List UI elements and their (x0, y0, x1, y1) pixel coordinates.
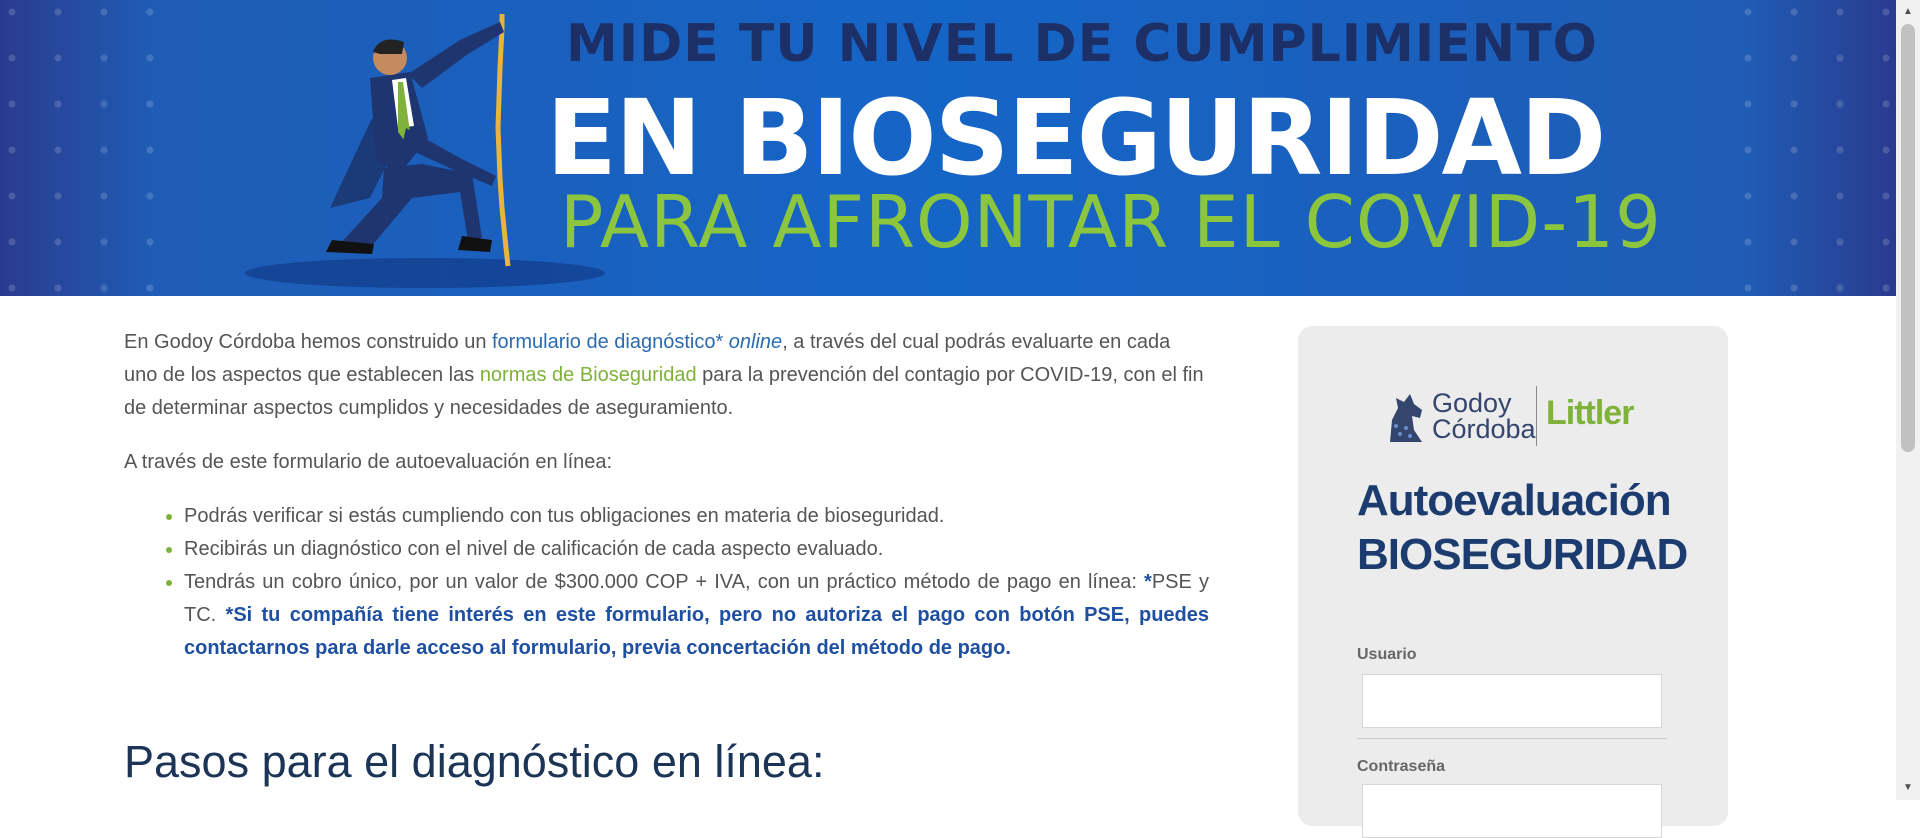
online-italic-text: online (728, 331, 783, 353)
field-divider (1357, 738, 1667, 739)
diagnostic-form-link[interactable]: formulario de diagnóstico* online (492, 331, 782, 353)
intro-paragraph: En Godoy Córdoba hemos construido un for… (124, 326, 1209, 425)
biosecurity-norms-link[interactable]: normas de Bioseguridad (480, 364, 697, 386)
hero-banner: MIDE TU NIVEL DE CUMPLIMIENTO EN BIOSEGU… (0, 0, 1896, 296)
logo-text-line1: Godoy (1432, 388, 1512, 418)
scroll-down-arrow-icon[interactable]: ▼ (1896, 776, 1920, 800)
form-intro-paragraph: A través de este formulario de autoevalu… (124, 451, 613, 473)
password-input[interactable] (1362, 784, 1662, 838)
title-line2: BIOSEGURIDAD (1357, 530, 1688, 579)
list-item: Podrás verificar si estás cumpliendo con… (184, 500, 1209, 533)
intro-text: En Godoy Córdoba hemos construido un (124, 331, 492, 353)
username-input[interactable] (1362, 674, 1662, 728)
username-label: Usuario (1357, 646, 1417, 663)
payment-note: *Si tu compañía tiene interés en este fo… (184, 604, 1209, 659)
intro-section: En Godoy Córdoba hemos construido un for… (124, 326, 1209, 665)
company-logo: Godoy Córdoba Littler (1386, 382, 1646, 452)
title-line1: Autoevaluación (1357, 476, 1672, 525)
steps-heading: Pasos para el diagnóstico en línea: (124, 736, 825, 787)
scrollbar[interactable]: ▲ ▼ (1896, 0, 1920, 800)
littler-wordmark: Littler (1546, 394, 1634, 432)
godoy-cordoba-wordmark: Godoy Córdoba (1432, 388, 1536, 444)
login-card: Godoy Córdoba Littler Autoevaluación BIO… (1298, 326, 1728, 838)
list-item: Tendrás un cobro único, por un valor de … (184, 566, 1209, 665)
logo-text-line2: Córdoba (1432, 414, 1536, 444)
scrollbar-thumb[interactable] (1901, 24, 1915, 452)
horse-logo-icon (1390, 394, 1422, 442)
list-item-text: Tendrás un cobro único, por un valor de … (184, 571, 1145, 593)
scroll-up-arrow-icon[interactable]: ▲ (1896, 0, 1920, 24)
pattern-decoration-left (0, 0, 160, 296)
list-item: Recibirás un diagnóstico con el nivel de… (184, 533, 1209, 566)
businessman-illustration (326, 14, 511, 267)
diagnostic-form-link-text: formulario de diagnóstico* (492, 331, 729, 353)
asterisk-mark: * (1144, 571, 1152, 593)
pattern-decoration-right (1736, 0, 1896, 296)
password-label: Contraseña (1357, 758, 1446, 775)
banner-headline: MIDE TU NIVEL DE CUMPLIMIENTO (566, 14, 1598, 74)
login-title: Autoevaluación BIOSEGURIDAD (1357, 474, 1717, 582)
benefits-list: Podrás verificar si estás cumpliendo con… (124, 500, 1209, 665)
banner-subtitle: PARA AFRONTAR EL COVID-19 (560, 180, 1662, 264)
logo-divider (1536, 386, 1537, 446)
